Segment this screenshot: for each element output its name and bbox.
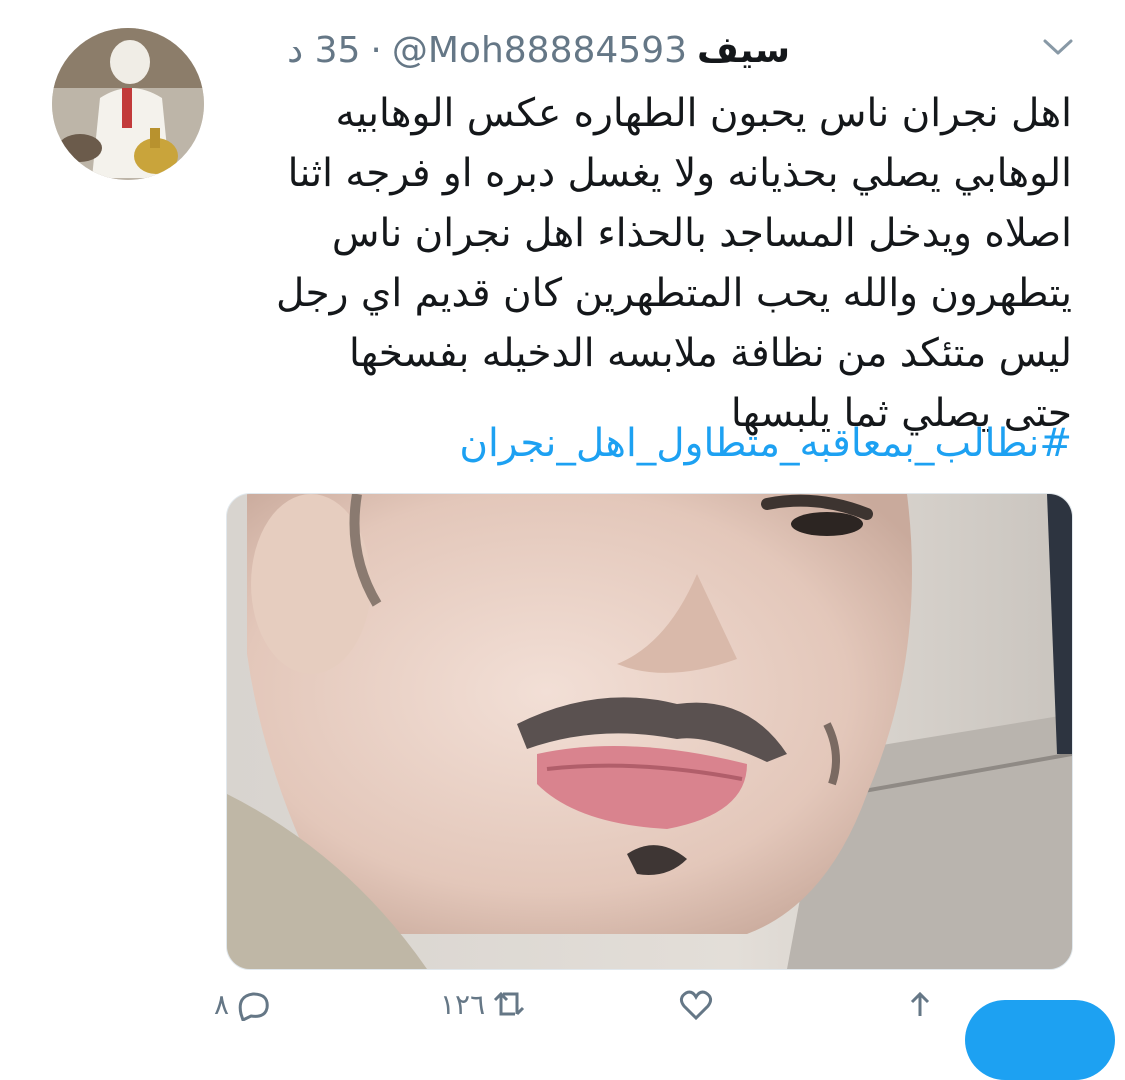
author-handle[interactable]: @Moh88884593 — [392, 30, 687, 71]
avatar-image — [52, 28, 204, 180]
reply-button[interactable]: ٨ — [214, 988, 271, 1021]
author-avatar[interactable] — [52, 28, 204, 180]
like-icon — [679, 990, 713, 1021]
chevron-down-icon[interactable] — [1040, 32, 1076, 62]
share-icon — [910, 991, 930, 1016]
tweet-timestamp[interactable]: 35 د — [287, 30, 360, 71]
reply-count: ٨ — [214, 988, 230, 1021]
tweet-text: اهل نجران ناس يحبون الطهاره عكس الوهابيه… — [276, 91, 1072, 436]
tweet-media-image[interactable] — [226, 493, 1073, 970]
header-separator: · — [370, 29, 382, 71]
hashtag-link[interactable]: #نطالب_بمعاقبه_متطاول_اهل_نجران — [230, 414, 1072, 474]
media-photo — [227, 494, 1072, 969]
tweet-header: 35 د · @Moh88884593 سيف — [287, 26, 790, 74]
reply-icon — [238, 992, 269, 1021]
share-button[interactable] — [902, 988, 938, 1021]
retweet-count: ١٢٦ — [440, 988, 486, 1021]
retweet-button[interactable]: ١٢٦ — [440, 988, 527, 1021]
author-display-name[interactable]: سيف — [697, 30, 790, 71]
like-button[interactable] — [678, 988, 714, 1021]
retweet-icon — [494, 991, 525, 1016]
compose-fab-button[interactable] — [965, 1000, 1115, 1080]
